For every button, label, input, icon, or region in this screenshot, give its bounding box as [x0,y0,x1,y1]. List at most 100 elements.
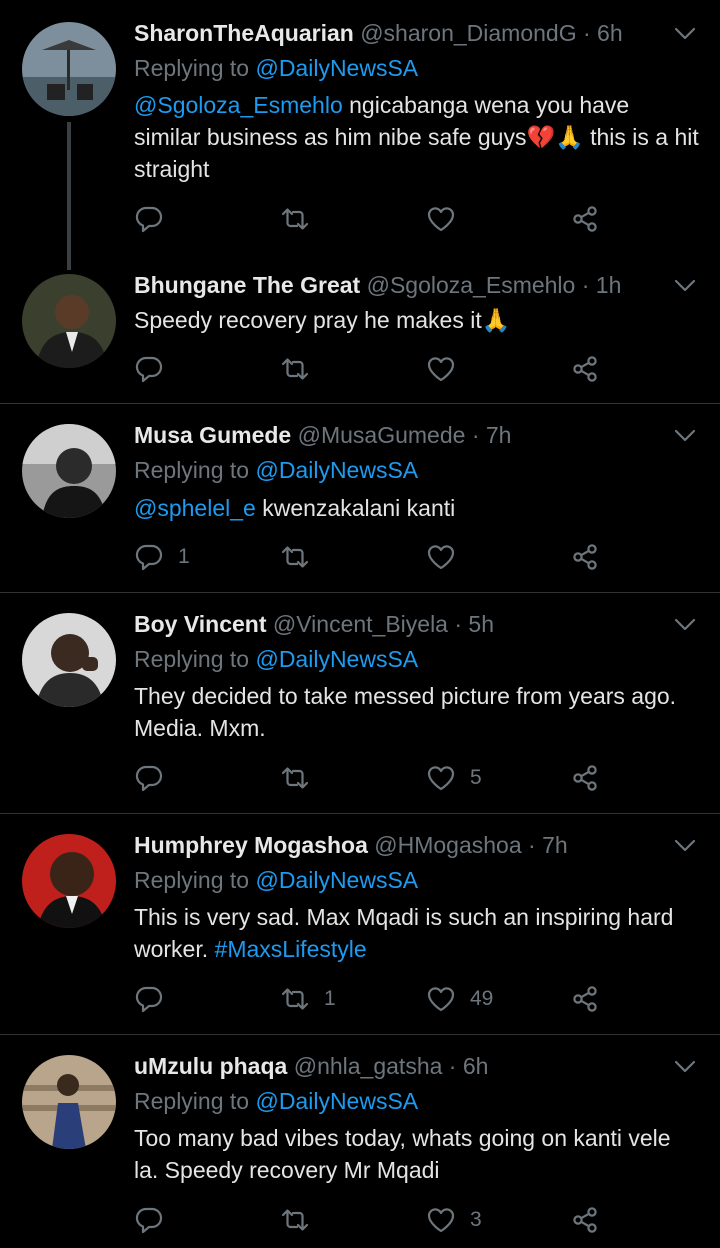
action-bar: 1 [134,540,614,574]
timestamp[interactable]: · 7h [528,832,568,858]
like-button[interactable] [426,540,470,574]
avatar[interactable] [22,22,116,116]
reply-button[interactable] [134,1203,178,1237]
share-icon [570,204,600,234]
tweet-header: Humphrey Mogashoa @HMogashoa · 7h [134,830,568,860]
display-name[interactable]: Bhungane The Great [134,272,360,298]
tweet-text-body: kwenzakalani kanti [255,495,456,521]
tweet[interactable]: Boy Vincent @Vincent_Biyela · 5h Replyin… [0,593,720,813]
avatar[interactable] [22,834,116,928]
reply-button[interactable]: 1 [134,540,190,574]
tweet-header: Musa Gumede @MusaGumede · 7h [134,420,511,450]
avatar[interactable] [22,613,116,707]
like-button[interactable] [426,202,470,236]
retweet-button[interactable]: 1 [280,982,336,1016]
replying-to-handle[interactable]: @DailyNewsSA [255,867,418,893]
replying-to-handle[interactable]: @DailyNewsSA [255,646,418,672]
share-icon [570,542,600,572]
user-handle[interactable]: @Vincent_Biyela [273,611,448,637]
tweet[interactable]: uMzulu phaqa @nhla_gatsha · 6h Replying … [0,1035,720,1248]
chevron-down-icon[interactable] [674,839,696,853]
tweet-text: @sphelel_e kwenzakalani kanti [134,492,700,524]
action-bar [134,202,614,236]
display-name[interactable]: Humphrey Mogashoa [134,832,368,858]
replying-to-handle[interactable]: @DailyNewsSA [255,1088,418,1114]
heart-icon [426,984,456,1014]
replying-to-label: Replying to [134,55,256,81]
like-button[interactable]: 5 [426,761,482,795]
retweet-button[interactable] [280,540,324,574]
action-bar: 1 49 [134,982,614,1016]
share-button[interactable] [570,352,600,386]
retweet-icon [280,204,310,234]
tweet-text: @Sgoloza_Esmehlo ngicabanga wena you hav… [134,89,700,185]
retweet-button[interactable] [280,352,324,386]
share-icon [570,1205,600,1235]
share-button[interactable] [570,1203,600,1237]
timestamp[interactable]: · 1h [582,272,622,298]
tweet[interactable]: Musa Gumede @MusaGumede · 7h Replying to… [0,404,720,592]
share-icon [570,763,600,793]
like-button[interactable] [426,352,470,386]
tweet[interactable]: SharonTheAquarian @sharon_DiamondG · 6h … [0,0,720,270]
mention-link[interactable]: @sphelel_e [134,495,256,521]
timestamp[interactable]: · 5h [454,611,494,637]
retweet-button[interactable] [280,761,324,795]
tweet-text: Speedy recovery pray he makes it🙏 [134,304,700,336]
chevron-down-icon[interactable] [674,429,696,443]
reply-button[interactable] [134,202,178,236]
heart-icon [426,763,456,793]
tweet-header: Boy Vincent @Vincent_Biyela · 5h [134,609,494,639]
display-name[interactable]: SharonTheAquarian [134,20,354,46]
replying-to-label: Replying to [134,867,256,893]
replying-to: Replying to @DailyNewsSA [134,1086,418,1116]
mention-link[interactable]: @Sgoloza_Esmehlo [134,92,343,118]
reply-button[interactable] [134,982,178,1016]
hashtag-link[interactable]: #MaxsLifestyle [215,936,367,962]
retweet-button[interactable] [280,1203,324,1237]
share-button[interactable] [570,202,600,236]
tweet-text-body: Speedy recovery pray he makes it🙏 [134,307,511,333]
user-handle[interactable]: @Sgoloza_Esmehlo [367,272,576,298]
tweet[interactable]: Bhungane The Great @Sgoloza_Esmehlo · 1h… [0,255,720,403]
retweet-icon [280,763,310,793]
avatar[interactable] [22,1055,116,1149]
display-name[interactable]: Musa Gumede [134,422,291,448]
avatar[interactable] [22,424,116,518]
share-button[interactable] [570,761,600,795]
like-button[interactable]: 3 [426,1203,482,1237]
retweet-icon [280,354,310,384]
reply-button[interactable] [134,761,178,795]
timestamp[interactable]: · 7h [472,422,512,448]
replying-to-handle[interactable]: @DailyNewsSA [255,457,418,483]
reply-icon [134,204,164,234]
replying-to: Replying to @DailyNewsSA [134,53,418,83]
like-button[interactable]: 49 [426,982,493,1016]
replying-to: Replying to @DailyNewsSA [134,455,418,485]
reply-button[interactable] [134,352,178,386]
user-handle[interactable]: @MusaGumede [298,422,466,448]
tweet-text-body: They decided to take messed picture from… [134,683,677,741]
chevron-down-icon[interactable] [674,279,696,293]
replying-to-handle[interactable]: @DailyNewsSA [255,55,418,81]
chevron-down-icon[interactable] [674,618,696,632]
chevron-down-icon[interactable] [674,1060,696,1074]
display-name[interactable]: uMzulu phaqa [134,1053,287,1079]
reply-icon [134,542,164,572]
tweet[interactable]: Humphrey Mogashoa @HMogashoa · 7h Replyi… [0,814,720,1034]
avatar[interactable] [22,274,116,368]
timestamp[interactable]: · 6h [583,20,623,46]
user-handle[interactable]: @HMogashoa [374,832,521,858]
retweet-button[interactable] [280,202,324,236]
timestamp[interactable]: · 6h [449,1053,489,1079]
chevron-down-icon[interactable] [674,27,696,41]
user-handle[interactable]: @sharon_DiamondG [360,20,576,46]
share-icon [570,354,600,384]
display-name[interactable]: Boy Vincent [134,611,267,637]
user-handle[interactable]: @nhla_gatsha [294,1053,443,1079]
replying-to-label: Replying to [134,1088,256,1114]
heart-icon [426,1205,456,1235]
share-button[interactable] [570,540,600,574]
like-count: 5 [470,766,482,789]
share-button[interactable] [570,982,600,1016]
